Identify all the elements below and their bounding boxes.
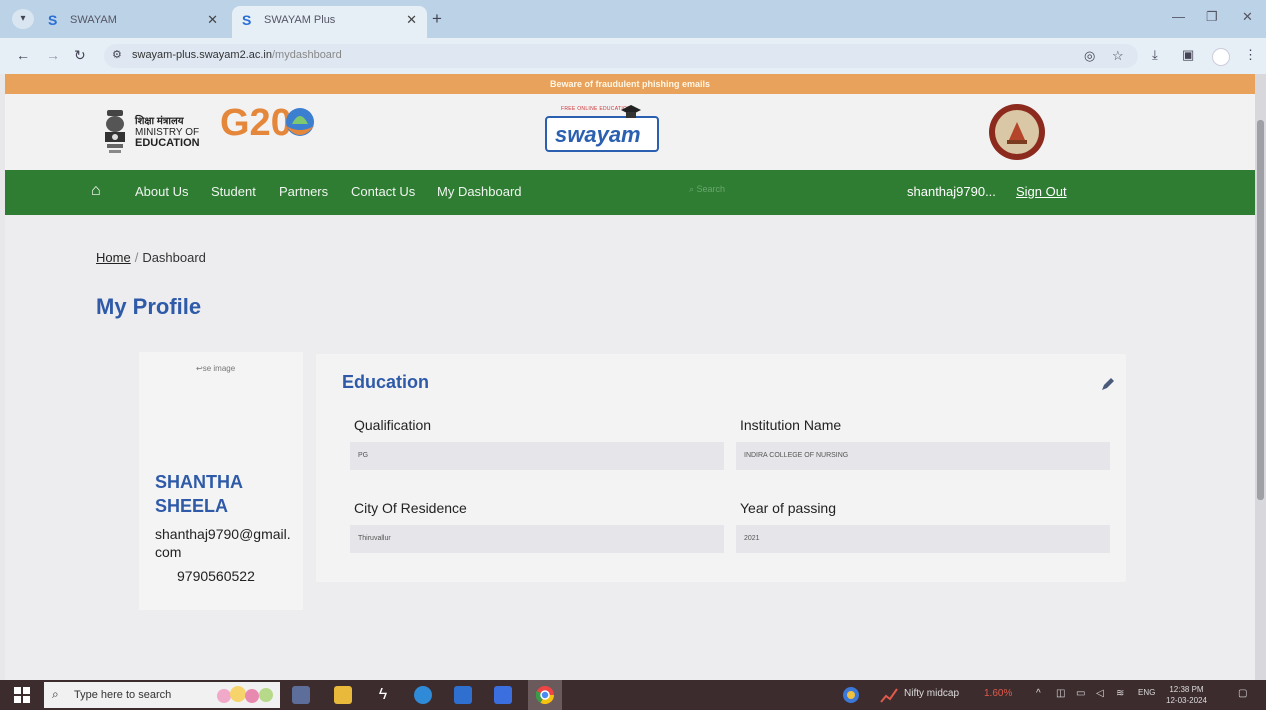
notifications-icon[interactable]: ▢	[1238, 688, 1247, 699]
city-field: Thiruvallur	[350, 525, 724, 553]
g20-lotus-globe-icon	[286, 108, 314, 136]
nav-partners[interactable]: Partners	[279, 184, 328, 199]
close-tab-icon[interactable]: ✕	[406, 6, 417, 34]
eye-off-icon[interactable]: ◎	[1084, 48, 1095, 64]
breadcrumb-separator: /	[134, 250, 139, 265]
education-title: Education	[342, 372, 430, 392]
address-toolbar: ← → ↻ ⚙ swayam-plus.swayam2.ac.in/mydash…	[0, 38, 1266, 74]
search-highlight-flowers-icon	[217, 686, 273, 703]
download-icon[interactable]: ⤓	[1152, 47, 1158, 63]
window-close-icon[interactable]: ✕	[1242, 9, 1253, 25]
national-emblem-icon	[105, 110, 125, 153]
profile-image: ↩se image	[196, 364, 236, 373]
task-view-icon[interactable]	[292, 686, 310, 704]
ministry-text: शिक्षा मंत्रालय MINISTRY OF EDUCATION	[135, 116, 200, 149]
city-label: City Of Residence	[354, 500, 467, 516]
mail-icon[interactable]	[454, 686, 472, 704]
profile-avatar-icon[interactable]	[1212, 48, 1230, 66]
edge-browser-icon[interactable]	[414, 686, 432, 704]
page-title: My Profile	[96, 294, 202, 319]
profile-card: ↩se image SHANTHA SHEELA shanthaj9790@gm…	[139, 352, 303, 610]
year-label: Year of passing	[740, 500, 836, 516]
browser-tab-bar: ▾ S SWAYAM ✕ S SWAYAM Plus ✕ + — ❐ ✕	[0, 0, 1266, 38]
tab-title: SWAYAM Plus	[264, 14, 336, 26]
institute-seal-icon	[989, 104, 1045, 160]
ticker-value: 1.60%	[984, 688, 1013, 699]
swayam-favicon-icon: S	[242, 12, 252, 28]
chrome-icon	[536, 686, 554, 704]
swayam-logo-box: swayam	[545, 116, 659, 152]
user-name[interactable]: shanthaj9790...	[907, 184, 996, 199]
education-card: Education Qualification PG Institution N…	[316, 354, 1126, 582]
network-icon[interactable]: ◫	[1056, 688, 1065, 699]
reload-icon[interactable]: ↻	[74, 47, 86, 64]
file-explorer-icon[interactable]	[334, 686, 352, 704]
forward-icon[interactable]: →	[46, 47, 60, 63]
qualification-label: Qualification	[354, 417, 432, 433]
graduation-cap-icon	[621, 105, 641, 118]
windows-start-icon[interactable]	[14, 687, 30, 703]
chrome-taskbar-button[interactable]	[528, 680, 562, 710]
bookmark-star-icon[interactable]: ☆	[1112, 48, 1124, 64]
breadcrumb-home-link[interactable]: Home	[96, 250, 131, 265]
nav-contact-us[interactable]: Contact Us	[351, 184, 415, 199]
tab-swayam-plus[interactable]: S SWAYAM Plus ✕	[232, 6, 427, 38]
ticker-name[interactable]: Nifty midcap	[904, 688, 959, 699]
site-info-icon[interactable]: ⚙	[112, 48, 122, 61]
logo-header: शिक्षा मंत्रालय MINISTRY OF EDUCATION G2…	[5, 94, 1255, 170]
main-nav-bar: ⌂ About Us Student Partners Contact Us M…	[5, 170, 1255, 215]
volume-icon[interactable]: ◁	[1096, 688, 1104, 699]
swayam-logo[interactable]: FREE ONLINE EDUCATION swayam	[545, 105, 661, 158]
stock-chart-icon	[880, 688, 898, 703]
menu-kebab-icon[interactable]: ⋮	[1244, 47, 1257, 63]
home-icon[interactable]: ⌂	[91, 182, 101, 200]
edit-pencil-icon[interactable]	[1100, 376, 1116, 392]
lightning-app-icon[interactable]: ϟ	[374, 686, 392, 704]
profile-email: shanthaj9790@gmail.com	[155, 526, 291, 560]
search-icon: ⌕	[52, 687, 59, 701]
institution-label: Institution Name	[740, 417, 842, 433]
g20-logo: G20	[220, 102, 330, 154]
nav-my-dashboard[interactable]: My Dashboard	[437, 184, 522, 199]
phishing-warning-banner: Beware of fraudulent phishing emails	[5, 74, 1255, 94]
minimize-icon[interactable]: —	[1172, 9, 1185, 24]
new-tab-icon[interactable]: +	[432, 9, 442, 29]
institution-field: INDIRA COLLEGE OF NURSING	[736, 442, 1110, 470]
profile-phone: 9790560522	[177, 568, 255, 584]
url-text: swayam-plus.swayam2.ac.in/mydashboard	[132, 49, 342, 61]
taskbar-search-box[interactable]: ⌕ Type here to search	[44, 682, 280, 708]
battery-icon[interactable]: ▭	[1076, 688, 1085, 699]
nav-student[interactable]: Student	[211, 184, 256, 199]
wifi-icon[interactable]: ≋	[1116, 688, 1124, 699]
ministry-of-education-logo[interactable]: शिक्षा मंत्रालय MINISTRY OF EDUCATION	[101, 104, 211, 160]
qualification-field: PG	[350, 442, 724, 470]
tab-title: SWAYAM	[70, 14, 117, 26]
profile-name: SHANTHA SHEELA	[155, 472, 243, 516]
store-icon[interactable]	[494, 686, 512, 704]
nav-about-us[interactable]: About Us	[135, 184, 188, 199]
url-bar[interactable]: ⚙ swayam-plus.swayam2.ac.in/mydashboard …	[104, 44, 1138, 68]
restore-icon[interactable]: ❐	[1206, 9, 1218, 25]
breadcrumb: Home / Dashboard	[96, 250, 206, 265]
tab-search-chevron-icon[interactable]: ▾	[12, 9, 34, 29]
scrollbar-thumb[interactable]	[1257, 120, 1264, 500]
close-tab-icon[interactable]: ✕	[207, 6, 218, 34]
sign-out-link[interactable]: Sign Out	[1016, 184, 1067, 199]
year-field: 2021	[736, 525, 1110, 553]
back-icon[interactable]: ←	[16, 47, 30, 63]
weather-globe-icon[interactable]	[842, 686, 860, 704]
tray-chevron-icon[interactable]: ^	[1036, 688, 1041, 699]
nav-search-input[interactable]: ⌕ Search	[689, 184, 839, 202]
side-panel-icon[interactable]: ▣	[1182, 47, 1194, 63]
breadcrumb-current: Dashboard	[142, 250, 206, 265]
windows-taskbar: ⌕ Type here to search ϟ Nifty midcap 1.6…	[0, 680, 1266, 710]
language-indicator[interactable]: ENG	[1138, 688, 1155, 697]
web-page: Beware of fraudulent phishing emails शिक…	[5, 74, 1255, 680]
clock[interactable]: 12:38 PM 12-03-2024	[1166, 684, 1207, 706]
tab-swayam[interactable]: S SWAYAM ✕	[38, 6, 228, 38]
swayam-favicon-icon: S	[48, 12, 58, 28]
